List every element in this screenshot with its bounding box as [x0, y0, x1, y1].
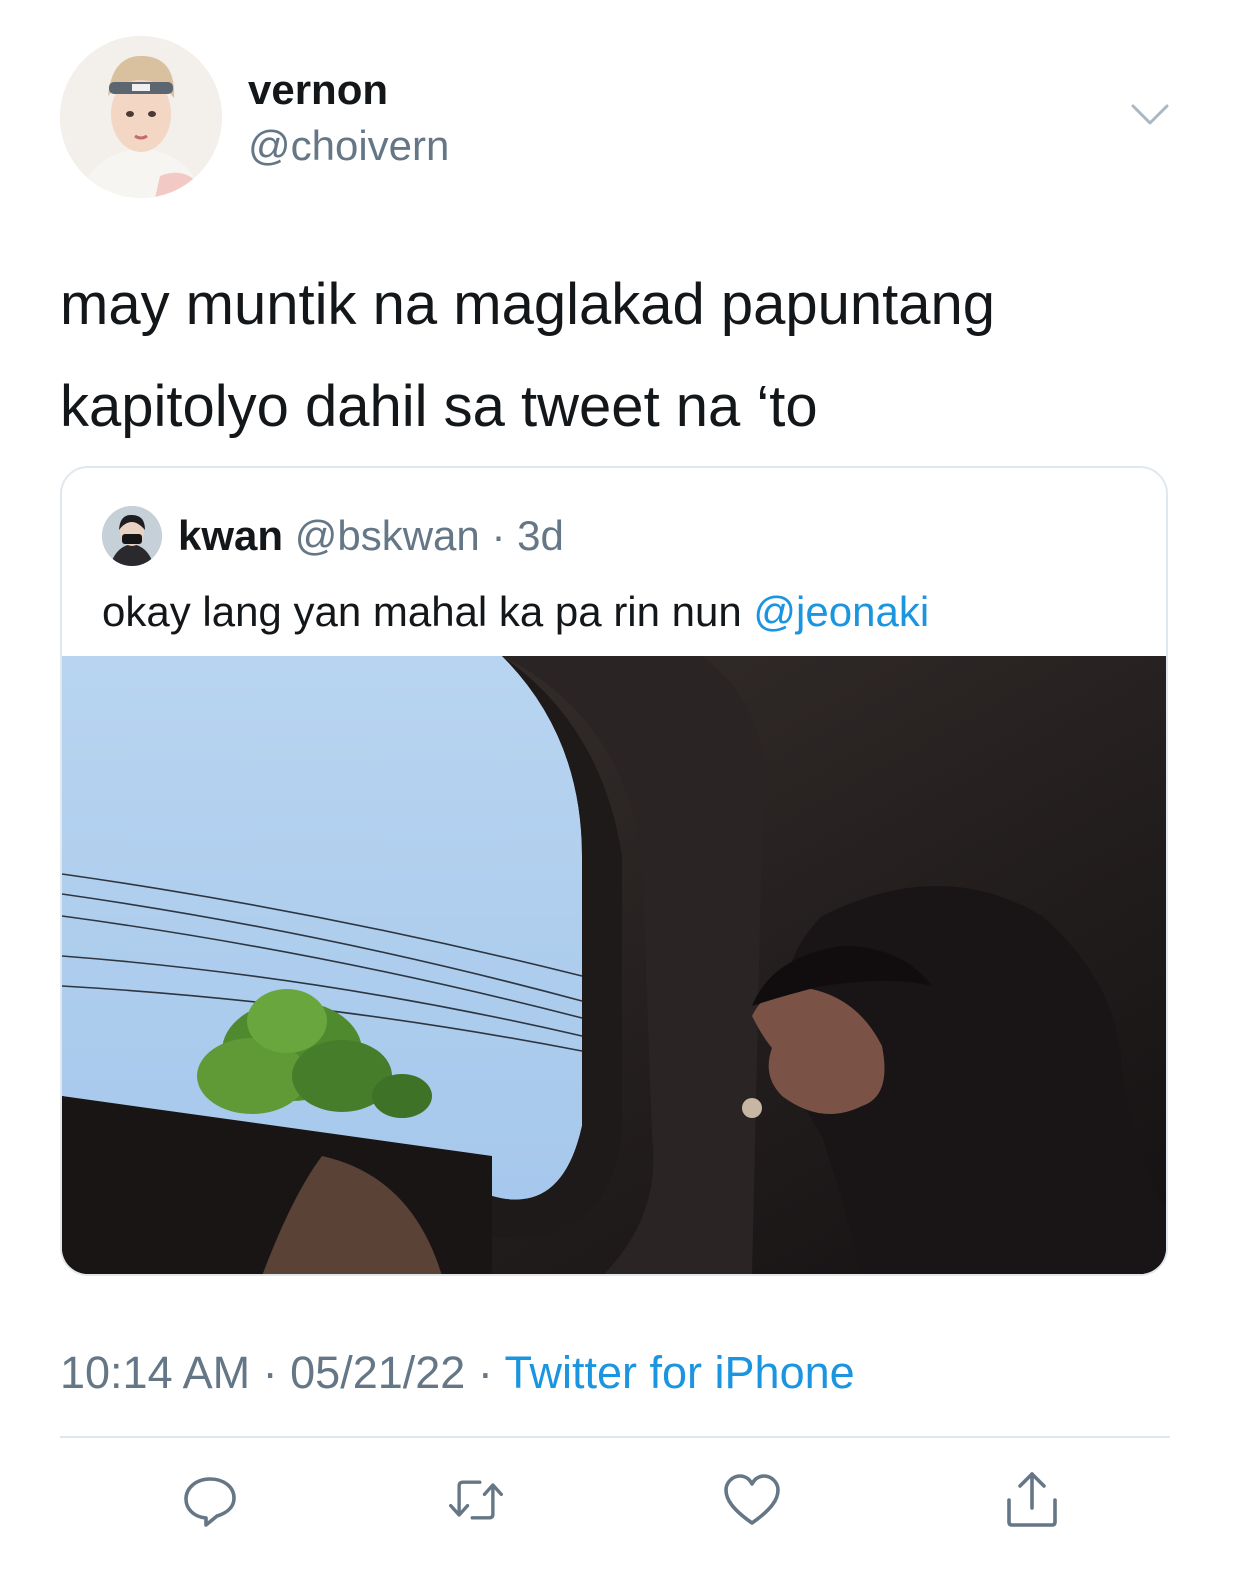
quoted-mention-link[interactable]: @jeonaki: [753, 588, 929, 635]
quoted-tweet-card[interactable]: kwan @bskwan · 3d okay lang yan mahal ka…: [60, 466, 1168, 1276]
tweet-meta: 10:14 AM · 05/21/22 · Twitter for iPhone: [60, 1344, 855, 1402]
author-handle[interactable]: @choivern: [248, 120, 449, 172]
tweet-source-link[interactable]: Twitter for iPhone: [505, 1347, 855, 1398]
quoted-header: kwan @bskwan · 3d: [178, 508, 564, 564]
quoted-author-avatar[interactable]: [102, 506, 162, 566]
quoted-text-body: okay lang yan mahal ka pa rin nun: [102, 588, 754, 635]
meta-separator: ·: [465, 1347, 505, 1398]
heart-icon: [724, 1474, 780, 1525]
share-icon: [1007, 1472, 1057, 1527]
like-button[interactable]: [722, 1470, 782, 1530]
tweet-date: 05/21/22: [290, 1347, 466, 1398]
reply-button[interactable]: [180, 1470, 240, 1530]
retweet-icon: [449, 1480, 503, 1520]
tweet-text: may muntik na maglakad papuntang kapitol…: [60, 272, 996, 439]
tweet-time: 10:14 AM: [60, 1347, 251, 1398]
avatar-photo-icon: [102, 506, 162, 566]
reply-icon: [184, 1477, 236, 1527]
share-button[interactable]: [1002, 1470, 1062, 1530]
quoted-media[interactable]: [62, 656, 1166, 1274]
retweet-button[interactable]: [446, 1470, 506, 1530]
quoted-separator: ·: [491, 512, 506, 559]
meta-separator: ·: [250, 1347, 291, 1398]
car-window-photo-icon: [62, 656, 1166, 1274]
quoted-age: 3d: [517, 512, 564, 559]
quoted-text: okay lang yan mahal ka pa rin nun @jeona…: [102, 582, 929, 642]
tweet-options-button[interactable]: [1130, 102, 1170, 128]
author-avatar[interactable]: [60, 36, 222, 198]
author-display-name[interactable]: vernon: [248, 64, 388, 116]
quoted-handle[interactable]: @bskwan: [295, 512, 480, 559]
avatar-photo-icon: [60, 36, 222, 198]
actions-divider: [60, 1436, 1170, 1438]
quoted-display-name[interactable]: kwan: [178, 512, 283, 559]
chevron-down-icon: [1131, 104, 1169, 125]
